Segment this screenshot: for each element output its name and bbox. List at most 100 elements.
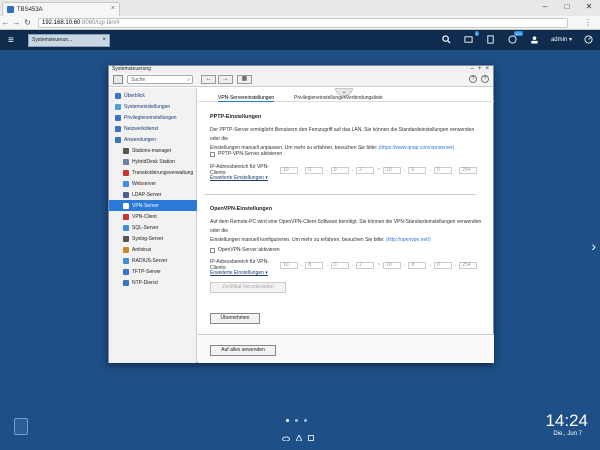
next-page-icon[interactable]: › <box>591 238 596 254</box>
sidebar-item-applications[interactable]: Anwendungen <box>109 134 197 145</box>
sidebar-item-sql-server[interactable]: SQL-Server <box>109 222 197 233</box>
pptp-ip-start-octet-4[interactable]: 2 <box>356 166 375 174</box>
search-placeholder: Suche <box>131 77 146 83</box>
transcoding-icon <box>123 169 129 176</box>
sidebar-item-label: Syslog-Server <box>132 235 164 242</box>
pptp-advanced-settings-link[interactable]: Erweiterte Einstellungen ▾ <box>210 175 268 181</box>
page-dot[interactable] <box>295 419 298 422</box>
page-dot[interactable] <box>286 419 289 422</box>
window-maximize-button[interactable]: + <box>478 66 482 72</box>
close-icon[interactable]: × <box>102 37 106 43</box>
window-minimize-button[interactable]: – <box>471 66 474 72</box>
openvpn-ip-end-octet-2[interactable]: 8 <box>408 261 427 269</box>
sidebar-item-label: LDAP-Server <box>132 191 162 198</box>
sidebar-item-ldap-server[interactable]: LDAP-Server <box>109 189 197 200</box>
sidebar-item-hybriddesk[interactable]: HybridDesk Station <box>109 156 197 167</box>
sidebar-item-antivirus[interactable]: Antivirus <box>109 244 197 255</box>
pptp-ip-start-octet-2[interactable]: 0 <box>305 166 324 174</box>
station-manager-icon <box>123 147 129 154</box>
sidebar-item-radius-server[interactable]: RADIUS-Server <box>109 255 197 266</box>
home-icon <box>115 92 121 99</box>
openvpn-advanced-settings-link[interactable]: Erweiterte Einstellungen ▾ <box>210 270 268 276</box>
help-icon[interactable]: ? <box>481 75 489 83</box>
grid-view-button[interactable]: ▦ <box>237 75 252 84</box>
url-field[interactable]: 192.168.10.60:8080/cgi-bin/# <box>38 18 568 28</box>
sidebar-item-label: NTP-Dienst <box>132 279 158 286</box>
main-menu-icon[interactable]: ≡ <box>8 35 22 46</box>
sidebar-item-vpn-server[interactable]: VPN-Server <box>109 200 197 211</box>
pptp-ip-end-octet-4[interactable]: 254 <box>459 166 478 174</box>
openvpn-description-line: Auf dem Remote-PC wird eine OpenVPN-Clie… <box>210 219 482 234</box>
openvpn-ip-end-octet-1[interactable]: 10 <box>383 261 402 269</box>
openvpn-help-link[interactable]: (http://openvpn.net/) <box>386 237 431 243</box>
user-menu[interactable]: admin ▾ <box>551 36 572 43</box>
notification-icon[interactable]: 10+ <box>507 31 523 45</box>
maximize-button[interactable]: □ <box>560 2 574 11</box>
dashboard-icon[interactable] <box>582 33 594 45</box>
pptp-ip-end-octet-3[interactable]: 0 <box>433 166 452 174</box>
bottom-action-bar: Auf alles anwenden <box>198 334 494 363</box>
openvpn-ip-start-octet-4[interactable]: 2 <box>356 261 375 269</box>
tab-vpn-server-settings[interactable]: VPN-Servereinstellungen <box>218 95 275 102</box>
sidebar-item-syslog-server[interactable]: Syslog-Server <box>109 233 197 244</box>
vpn-client-icon <box>123 213 129 220</box>
sidebar-item-transcoding[interactable]: Transkodierungsverwaltung <box>109 167 197 178</box>
apply-all-button[interactable]: Auf alles anwenden <box>210 345 276 356</box>
pptp-ip-end-octet-1[interactable]: 10 <box>383 166 402 174</box>
openvpn-ip-start-octet-2[interactable]: 8 <box>305 261 324 269</box>
openvpn-ip-end-octet-3[interactable]: 0 <box>433 261 452 269</box>
sidebar-item-system-settings[interactable]: Systemeinstellungen <box>109 101 197 112</box>
search-input[interactable]: Suche ⌕ <box>127 75 193 84</box>
sidebar-item-station-manager[interactable]: Stations-manager <box>109 145 197 156</box>
back-button[interactable]: ← <box>201 75 216 84</box>
sidebar-item-vpn-client[interactable]: VPN-Client <box>109 211 197 222</box>
openvpn-ip-start-octet-3[interactable]: 0 <box>330 261 349 269</box>
clock-time: 14:24 <box>545 411 588 430</box>
openvpn-ip-end-octet-4[interactable]: 254 <box>459 261 478 269</box>
tab-privileges[interactable]: Privilegieneinstellungen <box>294 95 347 101</box>
recycle-bin-icon[interactable] <box>14 418 28 435</box>
user-icon[interactable] <box>529 33 541 45</box>
sidebar-item-tftp-server[interactable]: TFTP-Server <box>109 266 197 277</box>
tab-connection-list[interactable]: Verbindungsliste <box>346 95 383 101</box>
minimize-button[interactable]: – <box>538 2 552 11</box>
download-certificate-button[interactable]: Zertifikat herunterladen <box>210 282 286 293</box>
pptp-ip-start-octet-1[interactable]: 10 <box>280 166 298 174</box>
network-icon[interactable] <box>296 435 302 441</box>
info-icon[interactable]: ? <box>469 75 477 83</box>
close-window-button[interactable]: ✕ <box>582 2 596 11</box>
pptp-enable-checkbox[interactable] <box>210 151 215 157</box>
reload-icon[interactable]: ↻ <box>22 18 33 27</box>
sidebar-item-privileges[interactable]: Privilegieneinstellungen <box>109 112 197 123</box>
openvpn-ip-start-octet-1[interactable]: 10 <box>280 261 298 269</box>
sidebar-item-webserver[interactable]: Webserver <box>109 178 197 189</box>
pptp-ip-start-octet-3[interactable]: 0 <box>330 166 349 174</box>
cloud-icon[interactable] <box>282 435 290 441</box>
window-close-button[interactable]: × <box>485 66 489 72</box>
forward-button[interactable]: → <box>218 75 233 84</box>
page-dot[interactable] <box>304 419 307 422</box>
openvpn-enable-checkbox[interactable] <box>210 247 215 253</box>
close-tab-icon[interactable]: × <box>111 5 115 12</box>
back-icon[interactable]: ← <box>0 18 11 27</box>
sidebar-item-network-service[interactable]: Netzwerkdienst <box>109 123 197 134</box>
browser-menu-icon[interactable]: ⋮ <box>584 18 592 27</box>
tftp-icon <box>123 268 129 275</box>
pptp-ip-end-octet-2[interactable]: 0 <box>408 166 427 174</box>
home-icon[interactable] <box>113 75 123 84</box>
sidebar-item-overview[interactable]: Überblick <box>109 90 197 101</box>
taskbar-app-tab[interactable]: Systemsteuerun... × <box>28 33 110 47</box>
pptp-description: Der PPTP-Server ermöglicht Benutzern den… <box>210 126 482 153</box>
pptp-help-link[interactable]: (https://www.qnap.com/vpnserver) <box>379 145 455 151</box>
search-icon[interactable] <box>441 33 453 45</box>
sidebar-item-ntp-service[interactable]: NTP-Dienst <box>109 277 197 288</box>
browser-tab[interactable]: TBS453A × <box>2 2 120 16</box>
book-icon[interactable] <box>308 435 314 441</box>
external-device-icon[interactable] <box>485 33 497 45</box>
sidebar-item-label: Systemeinstellungen <box>124 103 171 110</box>
background-tasks-icon[interactable]: 1 <box>463 31 479 45</box>
forward-icon[interactable]: → <box>11 18 22 27</box>
globe-icon <box>115 125 121 132</box>
sidebar: Überblick Systemeinstellungen Privilegie… <box>109 88 197 363</box>
apply-button[interactable]: Übernehmen <box>210 313 260 324</box>
